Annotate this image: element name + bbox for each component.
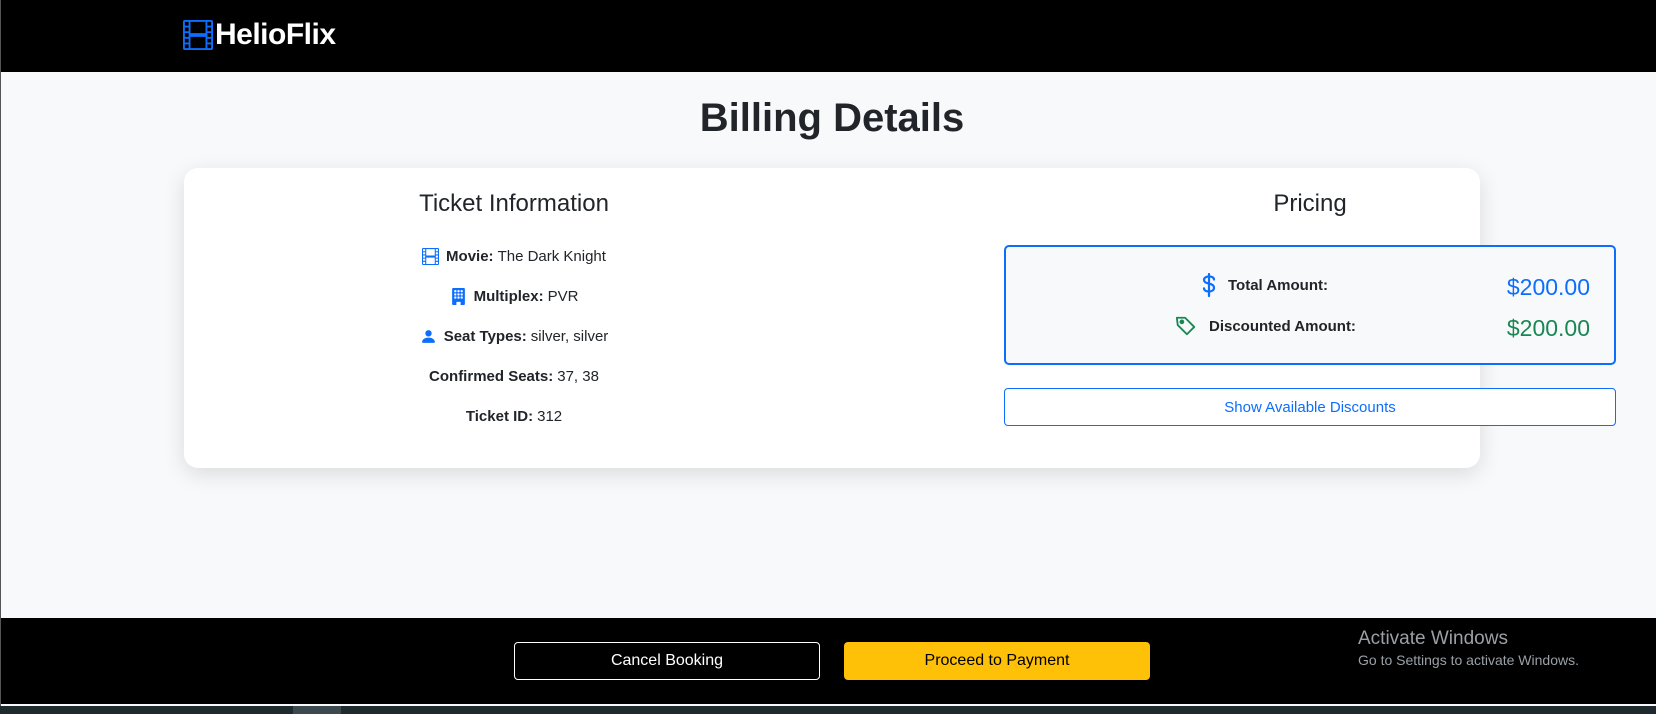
confirmed-seats-label: Confirmed Seats: [429,368,554,385]
seat-types-label: Seat Types: [443,328,527,345]
dollar-icon [1202,273,1216,297]
discounted-amount-value: $200.00 [1506,315,1590,341]
proceed-to-payment-button[interactable]: Proceed to Payment [844,642,1150,680]
windows-activation-watermark: Activate Windows Go to Settings to activ… [1358,628,1579,668]
ticket-id-label: Ticket ID: [465,408,534,425]
film-icon [183,20,213,50]
billing-card: Ticket Information Movie: The Dark Knigh… [184,168,1616,468]
person-icon [421,330,435,343]
confirmed-seats-row: Confirmed Seats: 37, 38 [184,368,844,385]
navbar: HelioFlix [1,0,1656,72]
seat-types-value: silver, silver [530,328,609,345]
multiplex-label: Multiplex: [473,288,544,305]
watermark-title: Activate Windows [1358,628,1508,649]
discounted-amount-label: Discounted Amount: [1209,317,1356,335]
cancel-booking-button[interactable]: Cancel Booking [514,642,820,680]
brand-name: HelioFlix [215,18,336,51]
seat-types-row: Seat Types: silver, silver [184,328,844,345]
ticket-id-row: Ticket ID: 312 [184,408,844,425]
total-amount-label-group: Total Amount: [1202,273,1328,297]
tag-icon [1175,316,1196,336]
app-window: HelioFlix Billing Details Ticket Informa… [0,0,1656,706]
movie-label: Movie: [446,248,494,265]
ticket-info-title: Ticket Information [419,190,609,217]
ticket-information-section: Ticket Information Movie: The Dark Knigh… [184,168,844,468]
brand-logo[interactable]: HelioFlix [183,18,336,52]
pricing-title: Pricing [1273,190,1347,217]
pricing-section: Pricing Total Amount: $200.00 Discounted [844,168,1616,468]
discounted-amount-label-group: Discounted Amount: [1175,315,1356,337]
film-icon [422,248,440,265]
multiplex-value: PVR [547,288,579,305]
page-title: Billing Details [699,96,965,140]
total-amount-value: $200.00 [1506,274,1590,300]
taskbar-item[interactable] [293,706,341,714]
footer-action-bar: Cancel Booking Proceed to Payment Activa… [1,618,1656,704]
show-discounts-button[interactable]: Show Available Discounts [1004,388,1616,426]
multiplex-row: Multiplex: PVR [184,288,844,305]
price-summary-box: Total Amount: $200.00 Discounted Amount:… [1004,245,1616,365]
confirmed-seats-value: 37, 38 [557,368,599,385]
building-icon [451,288,465,305]
watermark-subtitle: Go to Settings to activate Windows. [1358,652,1579,668]
movie-value: The Dark Knight [497,248,606,265]
total-amount-label: Total Amount: [1228,276,1328,294]
movie-row: Movie: The Dark Knight [184,248,844,265]
ticket-id-value: 312 [537,408,563,425]
